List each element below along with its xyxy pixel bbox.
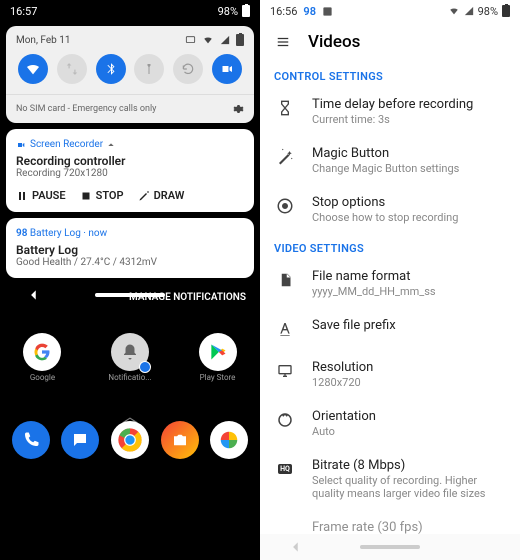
notification-shade: Mon, Feb 11 No SIM card - Emergency call… (6, 26, 254, 123)
signal-icon (464, 6, 474, 16)
setting-time-delay[interactable]: Time delay before recordingCurrent time:… (260, 87, 520, 136)
notif-subtitle: Good Health / 27.4°C / 4312mV (16, 257, 244, 268)
dock-camera[interactable] (161, 421, 199, 459)
hourglass-icon (277, 99, 293, 117)
wifi-icon (448, 6, 460, 16)
wifi-icon (202, 35, 214, 45)
status-time: 16:56 (270, 5, 297, 18)
rotate-icon (276, 411, 294, 429)
pencil-icon (138, 190, 150, 202)
status-battery-pct: 98% (218, 5, 238, 18)
section-control: CONTROL SETTINGS (260, 62, 520, 87)
qs-wifi[interactable] (18, 54, 48, 84)
qs-bluetooth[interactable] (96, 54, 126, 84)
nav-home-pill[interactable] (360, 545, 420, 549)
battery-icon (242, 5, 250, 17)
status-time: 16:57 (10, 5, 37, 18)
stop-button[interactable]: STOP (80, 189, 124, 202)
section-video: VIDEO SETTINGS (260, 234, 520, 259)
appbar: Videos (260, 22, 520, 62)
phone-left: 16:57 98% Mon, Feb 11 No SIM card - Emer… (0, 0, 260, 560)
status-battery-pct: 98% (478, 5, 498, 18)
gear-icon[interactable] (232, 103, 244, 115)
notif-app-name: Battery Log · now (30, 228, 107, 239)
dock-phone[interactable] (12, 421, 50, 459)
pause-button[interactable]: PAUSE (16, 189, 66, 202)
wand-icon (276, 148, 294, 166)
notif-battery-log[interactable]: 98 Battery Log · now Battery Log Good He… (6, 218, 254, 278)
quick-settings-row (6, 50, 254, 94)
app-play-store[interactable]: Play Store (199, 333, 237, 382)
shade-footer-text: No SIM card - Emergency calls only (16, 104, 156, 114)
qs-record[interactable] (212, 54, 242, 84)
navbar-right (260, 534, 520, 560)
notif-title: Battery Log (16, 243, 244, 257)
setting-filename[interactable]: File name formatyyyy_MM_dd_HH_mm_ss (260, 259, 520, 308)
setting-orientation[interactable]: OrientationAuto (260, 399, 520, 448)
cast-icon (185, 35, 196, 45)
draw-button[interactable]: DRAW (138, 189, 185, 202)
qs-rotate[interactable] (173, 54, 203, 84)
shade-date: Mon, Feb 11 (16, 35, 70, 46)
qs-flashlight[interactable] (134, 54, 164, 84)
phone-right: 16:56 98 98% Videos CONTROL SETTINGS Tim… (260, 0, 520, 560)
hq-icon: HQ (278, 464, 292, 474)
nav-back-icon[interactable] (27, 288, 41, 302)
notif-badge: 98 (16, 228, 27, 239)
stop-icon (80, 190, 92, 202)
status-badge: 98 (303, 5, 316, 18)
dock-chrome[interactable] (111, 421, 149, 459)
monitor-icon (276, 363, 294, 379)
setting-resolution[interactable]: Resolution1280x720 (260, 350, 520, 399)
stop-circle-icon (276, 197, 294, 215)
navbar-left (0, 283, 260, 307)
app-google[interactable]: Google (23, 333, 61, 382)
statusbar-right: 16:56 98 98% (260, 0, 520, 22)
nav-back-icon[interactable] (289, 540, 303, 554)
file-icon (278, 271, 293, 289)
chevron-up-icon[interactable] (107, 141, 115, 149)
nav-home-pill[interactable] (95, 293, 165, 297)
setting-bitrate[interactable]: HQ Bitrate (8 Mbps)Select quality of rec… (260, 448, 520, 510)
setting-prefix[interactable]: Save file prefix (260, 308, 520, 350)
app-notifications[interactable]: Notificatio... (108, 333, 151, 382)
notif-app-name: Screen Recorder (30, 139, 103, 150)
notif-title: Recording controller (16, 154, 244, 168)
hamburger-icon[interactable] (274, 35, 292, 49)
notif-subtitle: Recording 720x1280 (16, 168, 244, 179)
setting-stop-options[interactable]: Stop optionsChoose how to stop recording (260, 185, 520, 234)
battery-icon (502, 5, 510, 17)
dock-photos[interactable] (210, 421, 248, 459)
image-icon (322, 6, 333, 17)
video-icon (16, 141, 26, 149)
setting-magic-button[interactable]: Magic ButtonChange Magic Button settings (260, 136, 520, 185)
dock-messages[interactable] (61, 421, 99, 459)
statusbar-left: 16:57 98% (0, 0, 260, 22)
appbar-title: Videos (308, 32, 360, 52)
battery-icon (236, 34, 244, 46)
signal-icon (220, 35, 230, 45)
notif-screen-recorder[interactable]: Screen Recorder Recording controller Rec… (6, 129, 254, 212)
pause-icon (16, 190, 28, 202)
qs-data[interactable] (57, 54, 87, 84)
text-icon (277, 321, 293, 337)
